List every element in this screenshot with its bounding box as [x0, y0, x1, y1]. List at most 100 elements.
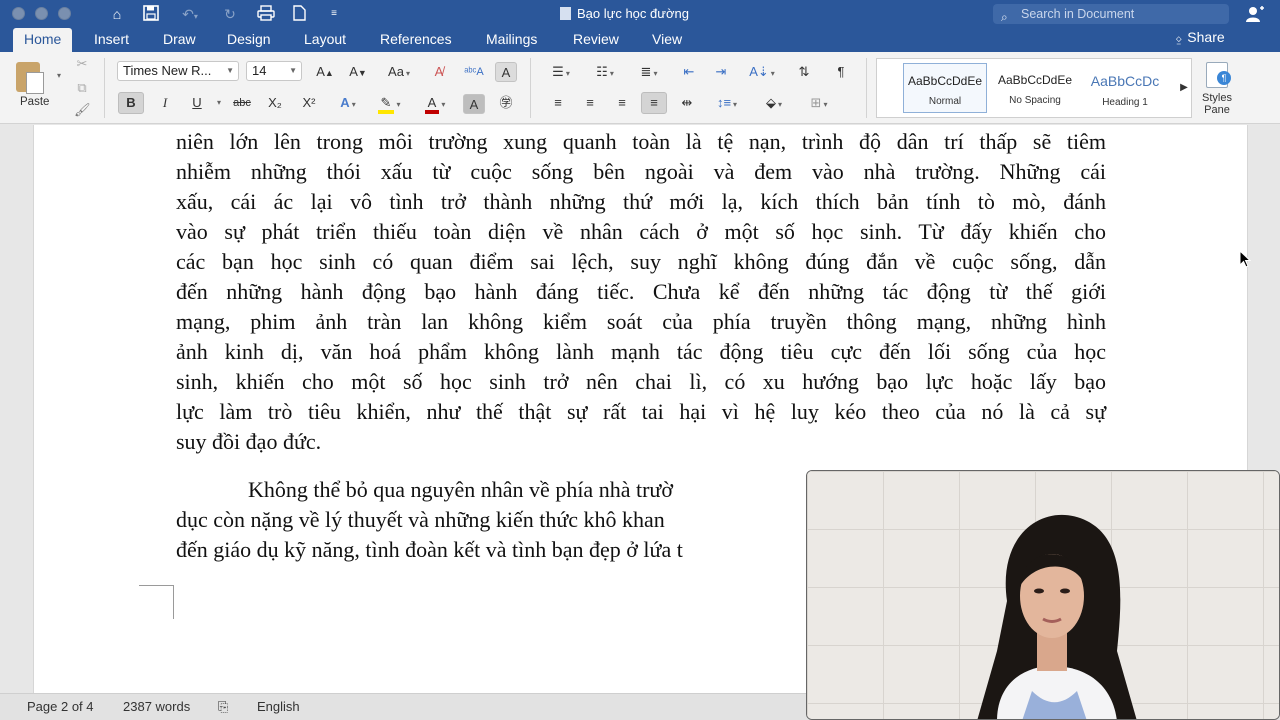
tab-design[interactable]: Design — [227, 28, 271, 52]
justify-icon[interactable]: ≡ — [641, 92, 667, 114]
distributed-icon[interactable]: ⇹ — [674, 92, 700, 114]
subscript-button[interactable]: X₂ — [262, 92, 288, 114]
share-button[interactable]: ⍚ Share — [1175, 28, 1225, 52]
align-center-icon[interactable]: ≡ — [578, 92, 602, 114]
ribbon-tabs: Home Insert Draw Design Layout Reference… — [0, 28, 1280, 52]
style-heading-1[interactable]: AaBbCcDc Heading 1 — [1083, 63, 1167, 113]
customize-toolbar-icon[interactable]: ≡ — [326, 5, 342, 23]
text-line: suy đồi đạo đức. — [176, 429, 322, 454]
styles-pane-label: Styles — [1202, 92, 1232, 104]
account-icon[interactable] — [1245, 5, 1265, 23]
increase-indent-icon[interactable]: ⇥ — [707, 61, 735, 83]
style-sample: AaBbCcDc — [1090, 73, 1160, 89]
line-spacing-icon[interactable]: ↕≡ ▾ — [707, 92, 747, 114]
home-icon[interactable]: ⌂ — [107, 5, 127, 23]
tab-home[interactable]: Home — [13, 28, 73, 52]
tab-view[interactable]: View — [652, 28, 682, 52]
tab-layout[interactable]: Layout — [304, 28, 346, 52]
chevron-down-icon: ▼ — [226, 66, 234, 75]
proofing-icon[interactable]: ⎘ — [218, 698, 228, 716]
search-icon: ⌕ — [1001, 10, 1008, 24]
superscript-button[interactable]: X² — [296, 92, 322, 114]
zoom-window-button[interactable] — [58, 7, 71, 20]
separator — [104, 58, 105, 118]
paste-icon[interactable] — [14, 60, 46, 94]
cut-icon[interactable]: ✂ — [74, 56, 90, 72]
text-line: xấu, cái ác lại vô tình trở thành những … — [176, 189, 1106, 214]
strikethrough-button[interactable]: abc — [228, 92, 256, 114]
decrease-font-size-icon[interactable]: A▼ — [344, 61, 372, 83]
font-color-icon[interactable]: A ▾ — [415, 92, 455, 114]
styles-pane-label: Pane — [1204, 104, 1230, 116]
word-count[interactable]: 2387 words — [123, 698, 190, 716]
webcam-overlay — [806, 470, 1280, 720]
paragraph[interactable]: niên lớn lên trong môi trường xung quanh… — [176, 127, 1106, 457]
tab-review[interactable]: Review — [573, 28, 619, 52]
document-title-text: Bạo lực học đường — [577, 6, 689, 21]
character-shading-icon[interactable]: A — [463, 94, 485, 114]
new-doc-icon[interactable] — [290, 5, 308, 23]
mouse-cursor-icon — [1239, 250, 1251, 268]
underline-options-icon[interactable]: ▾ — [208, 92, 230, 114]
text-effects-icon[interactable]: A ▾ — [333, 92, 363, 114]
character-border-icon[interactable]: A — [495, 62, 517, 82]
print-icon[interactable] — [255, 5, 277, 23]
language[interactable]: English — [257, 698, 300, 716]
separator — [530, 58, 531, 118]
presenter-image — [977, 514, 1137, 719]
page-count[interactable]: Page 2 of 4 — [27, 698, 94, 716]
increase-font-size-icon[interactable]: A▲ — [311, 61, 339, 83]
copy-icon[interactable]: ⧉ — [74, 80, 90, 96]
phonetic-guide-icon[interactable]: ᵃᵇᶜA — [460, 61, 488, 83]
bullets-icon[interactable]: ☰ ▾ — [542, 61, 580, 83]
decrease-indent-icon[interactable]: ⇤ — [675, 61, 703, 83]
text-line: ảnh kinh dị, văn hoá phẩm không lành mạn… — [176, 339, 1106, 364]
redo-icon[interactable]: ↻ — [220, 5, 240, 23]
styles-more-arrow-icon[interactable]: ▶ — [1173, 77, 1195, 99]
multilevel-list-icon[interactable]: ≣ ▾ — [630, 61, 668, 83]
show-formatting-marks-icon[interactable]: ¶ — [828, 61, 854, 83]
align-left-icon[interactable]: ≡ — [546, 92, 570, 114]
sort-icon[interactable]: ⇅ — [790, 61, 818, 83]
paragraph[interactable]: Không thể bỏ qua nguyên nhân về phía nhà… — [176, 475, 808, 565]
text-line: niên lớn lên trong môi trường xung quanh… — [176, 129, 1106, 154]
styles-pane-button[interactable]: ¶ Styles Pane — [1198, 62, 1236, 116]
paste-options-icon[interactable]: ▾ — [51, 68, 67, 84]
minimize-window-button[interactable] — [35, 7, 48, 20]
enclose-characters-icon[interactable]: ㊫ — [494, 92, 518, 114]
font-name-select[interactable]: Times New R... ▼ — [117, 61, 239, 81]
document-icon — [560, 7, 571, 20]
separator — [866, 58, 867, 118]
undo-icon[interactable]: ↶▾ — [175, 5, 205, 23]
word-window: ⌂ ↶▾ ↻ ≡ Bạo lực học đường ⌕ Search in D… — [0, 0, 1280, 720]
font-size-select[interactable]: 14 ▼ — [246, 61, 302, 81]
format-painter-icon[interactable]: 🖌 — [74, 102, 91, 118]
style-name: Heading 1 — [1102, 97, 1148, 108]
style-normal[interactable]: AaBbCcDdEe Normal — [903, 63, 987, 113]
styles-gallery: AaBbCcDdEe Normal AaBbCcDdEe No Spacing … — [876, 58, 1192, 118]
style-no-spacing[interactable]: AaBbCcDdEe No Spacing — [993, 63, 1077, 113]
page-margin-marker — [139, 585, 174, 619]
search-in-document-input[interactable]: ⌕ Search in Document — [993, 4, 1229, 24]
font-size-value: 14 — [252, 63, 267, 78]
text-line: dục còn nặng về lý thuyết và những kiến … — [176, 507, 665, 532]
bold-button[interactable]: B — [118, 92, 144, 114]
align-right-icon[interactable]: ≡ — [610, 92, 634, 114]
italic-button[interactable]: I — [152, 92, 178, 114]
borders-icon[interactable]: ⊞ ▾ — [800, 92, 838, 114]
numbering-icon[interactable]: ☷ ▾ — [586, 61, 624, 83]
tab-insert[interactable]: Insert — [94, 28, 129, 52]
underline-button[interactable]: U — [186, 92, 208, 114]
clear-formatting-icon[interactable]: A̸ — [425, 61, 453, 83]
text-direction-icon[interactable]: A⇣ ▾ — [744, 61, 780, 83]
close-window-button[interactable] — [12, 7, 25, 20]
text-line: nhiễm những thói xấu từ cuộc sống bên ng… — [176, 159, 1106, 184]
title-bar: ⌂ ↶▾ ↻ ≡ Bạo lực học đường ⌕ Search in D… — [0, 0, 1280, 28]
tab-draw[interactable]: Draw — [163, 28, 196, 52]
tab-mailings[interactable]: Mailings — [486, 28, 537, 52]
tab-references[interactable]: References — [380, 28, 452, 52]
change-case-icon[interactable]: Aa ▾ — [381, 61, 417, 83]
save-icon[interactable] — [141, 5, 161, 23]
highlight-color-icon[interactable]: ✎ ▾ — [370, 92, 408, 114]
shading-icon[interactable]: ⬙ ▾ — [755, 92, 793, 114]
